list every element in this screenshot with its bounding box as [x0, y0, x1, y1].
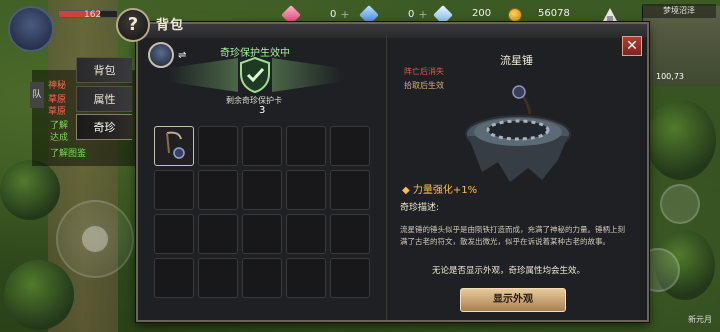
grid-slot[interactable]: [286, 170, 326, 210]
region-name: 梦境沼泽: [642, 4, 716, 18]
grid-slot[interactable]: [154, 214, 194, 254]
grid-slot[interactable]: [198, 126, 238, 166]
character-avatar[interactable]: [148, 42, 174, 68]
pink-gem-amount: 0: [330, 9, 337, 20]
blue-gem-amount: 0: [408, 9, 415, 20]
currency-pink: [281, 5, 301, 25]
quest-line: 达成: [50, 133, 69, 143]
tab-bag[interactable]: 背包: [76, 57, 132, 83]
quest-line: 神秘: [48, 81, 67, 91]
currency-pink-amount[interactable]: 0 +: [330, 8, 350, 21]
grid-slot[interactable]: [242, 214, 282, 254]
gold-coin-icon: [508, 8, 522, 22]
grid-slot[interactable]: [242, 170, 282, 210]
grid-slot[interactable]: [286, 258, 326, 298]
currency-blue-amount[interactable]: 0 +: [408, 8, 428, 21]
tree: [646, 100, 716, 180]
show-appearance-button[interactable]: 显示外观: [460, 288, 566, 312]
close-button[interactable]: ✕: [622, 36, 642, 56]
grid-slot[interactable]: [154, 258, 194, 298]
tab-attributes[interactable]: 属性: [76, 86, 132, 112]
virtual-joystick[interactable]: [56, 200, 134, 278]
grid-slot[interactable]: [154, 126, 194, 166]
protection-card-label: 剩余奇珍保护卡: [226, 96, 282, 105]
item-condition-death: 阵亡后消失: [404, 67, 444, 76]
currency-blue: [359, 5, 379, 25]
quest-line: 草原: [48, 107, 67, 117]
description-title: 奇珍描述:: [400, 203, 440, 213]
protection-card-count: 3: [259, 105, 266, 116]
map-name: 新元月: [688, 315, 712, 324]
grid-slot[interactable]: [330, 126, 370, 166]
ice-gem-amount: 200: [472, 8, 492, 19]
item-name: 流星锤: [500, 54, 533, 67]
currency-ice-amount: 200: [472, 8, 491, 19]
add-icon[interactable]: +: [418, 8, 427, 21]
shield-check-icon: [238, 56, 272, 94]
grid-slot[interactable]: [286, 126, 326, 166]
description-text: 流星锤的锤头似乎是由陨铁打造而成，充满了神秘的力量。锤柄上刻满了古老的符文，散发…: [400, 225, 625, 246]
grid-slot[interactable]: [330, 170, 370, 210]
grid-slot[interactable]: [242, 258, 282, 298]
grid-slot[interactable]: [286, 214, 326, 254]
item-condition-pickup: 拾取后生效: [404, 81, 444, 90]
grid-slot[interactable]: [198, 258, 238, 298]
grid-slot[interactable]: [242, 126, 282, 166]
appearance-note: 无论是否显示外观，奇珍属性均会生效。: [432, 266, 586, 276]
tree: [0, 160, 60, 220]
player-level: 162: [84, 10, 102, 20]
panel-title: 背包: [156, 18, 185, 33]
tab-treasures[interactable]: 奇珍: [76, 114, 132, 140]
skill-button[interactable]: [660, 184, 700, 224]
grid-slot[interactable]: [330, 214, 370, 254]
tree: [4, 260, 74, 330]
shop-icon[interactable]: [600, 4, 620, 24]
meteor-hammer-icon: [166, 131, 185, 159]
team-side-tab[interactable]: 队: [30, 82, 44, 108]
item-preview-platform: [458, 82, 578, 190]
currency-gold: [508, 8, 522, 22]
currency-gold-amount: 56078: [538, 8, 570, 19]
item-stat: ◆ 力量强化+1%: [402, 185, 478, 196]
help-button[interactable]: ?: [116, 8, 150, 42]
grid-slot[interactable]: [198, 170, 238, 210]
add-icon[interactable]: +: [340, 8, 349, 21]
panel-divider: [386, 36, 387, 320]
player-avatar[interactable]: [8, 6, 54, 52]
grid-slot[interactable]: [330, 258, 370, 298]
grid-slot[interactable]: [198, 214, 238, 254]
gold-amount: 56078: [538, 8, 570, 19]
quest-line[interactable]: 了解图鉴: [50, 146, 86, 159]
coordinates: 100,73: [656, 72, 684, 81]
grid-slot[interactable]: [154, 170, 194, 210]
currency-ice: [433, 5, 453, 25]
swap-arrow-icon: ⇌: [178, 50, 187, 61]
panel-header: [138, 24, 647, 38]
